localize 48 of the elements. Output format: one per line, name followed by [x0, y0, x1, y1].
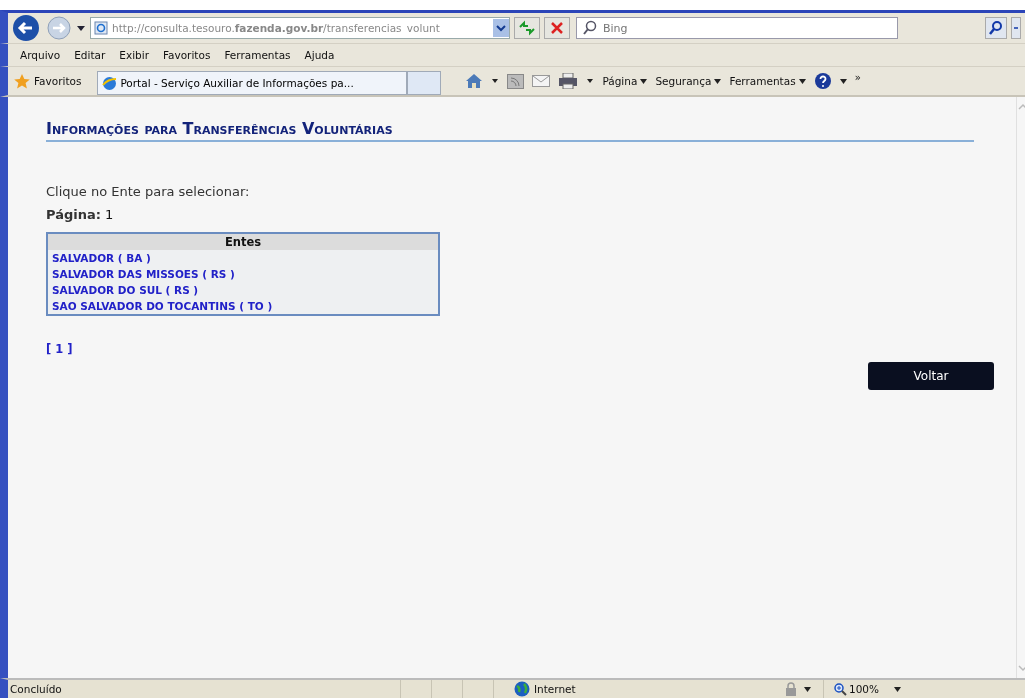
entity-link[interactable]: SALVADOR ( BA ): [48, 250, 438, 266]
mail-icon[interactable]: [532, 75, 551, 87]
menu-item[interactable]: Ajuda: [304, 49, 335, 61]
menu-item[interactable]: Arquivo: [20, 49, 61, 61]
star-icon: [14, 73, 30, 89]
status-text: Concluído: [9, 683, 63, 695]
caret-icon: [714, 78, 722, 84]
menu-item[interactable]: Exibir: [119, 49, 149, 61]
menu-item[interactable]: Favoritos: [162, 49, 211, 61]
caret-icon[interactable]: [839, 78, 847, 84]
back-icon[interactable]: [12, 14, 42, 42]
menu-item[interactable]: Editar: [74, 49, 106, 61]
zoom-level[interactable]: 100%: [823, 680, 894, 698]
globe-icon: [102, 75, 118, 91]
page-icon: [94, 21, 108, 35]
home-icon[interactable]: [465, 73, 484, 89]
toolbar-menu[interactable]: Segurança: [655, 75, 722, 87]
table-header: Entes: [48, 234, 438, 250]
toolbar-menu[interactable]: Página: [602, 75, 648, 87]
caret-icon: [640, 78, 648, 84]
help-icon[interactable]: [813, 72, 832, 90]
caret-icon: [798, 78, 806, 84]
page-title: Informações para Transferências Voluntárias: [46, 119, 974, 142]
browser-tab[interactable]: Portal - Serviço Auxiliar de Informações pa...: [97, 71, 408, 95]
refresh-icon[interactable]: [514, 17, 540, 39]
page-number: 1: [105, 207, 114, 222]
security-zone: Internet: [493, 680, 694, 698]
entity-link[interactable]: SAO SALVADOR DO TOCANTINS ( TO ): [48, 298, 438, 314]
printer-icon[interactable]: [558, 73, 579, 89]
menu-item[interactable]: Ferramentas: [224, 49, 291, 61]
page-label: Página:: [46, 207, 101, 222]
search-field[interactable]: Bing: [576, 17, 898, 39]
pagination-link[interactable]: [ 1 ]: [46, 342, 994, 356]
caret-icon[interactable]: [804, 686, 811, 692]
stop-icon[interactable]: [544, 17, 570, 39]
address-field[interactable]: http://consulta.tesouro.fazenda.gov.br/transferencias_volunt: [90, 17, 510, 39]
caret-icon[interactable]: [894, 686, 901, 692]
overflow-chevron[interactable]: »: [854, 71, 861, 83]
toolbar-menu[interactable]: Ferramentas: [729, 75, 806, 87]
entity-link[interactable]: SALVADOR DO SUL ( RS ): [48, 282, 438, 298]
search-icon[interactable]: [985, 17, 1007, 39]
feed-icon[interactable]: [507, 73, 525, 89]
globe-icon: [514, 681, 530, 697]
favorites-button[interactable]: Favoritos: [14, 73, 82, 89]
entity-link[interactable]: SALVADOR DAS MISSOES ( RS ): [48, 266, 438, 282]
back-button[interactable]: Voltar: [868, 362, 994, 390]
instruction-text: Clique no Ente para selecionar:: [46, 184, 251, 199]
zoom-icon: [834, 682, 847, 696]
